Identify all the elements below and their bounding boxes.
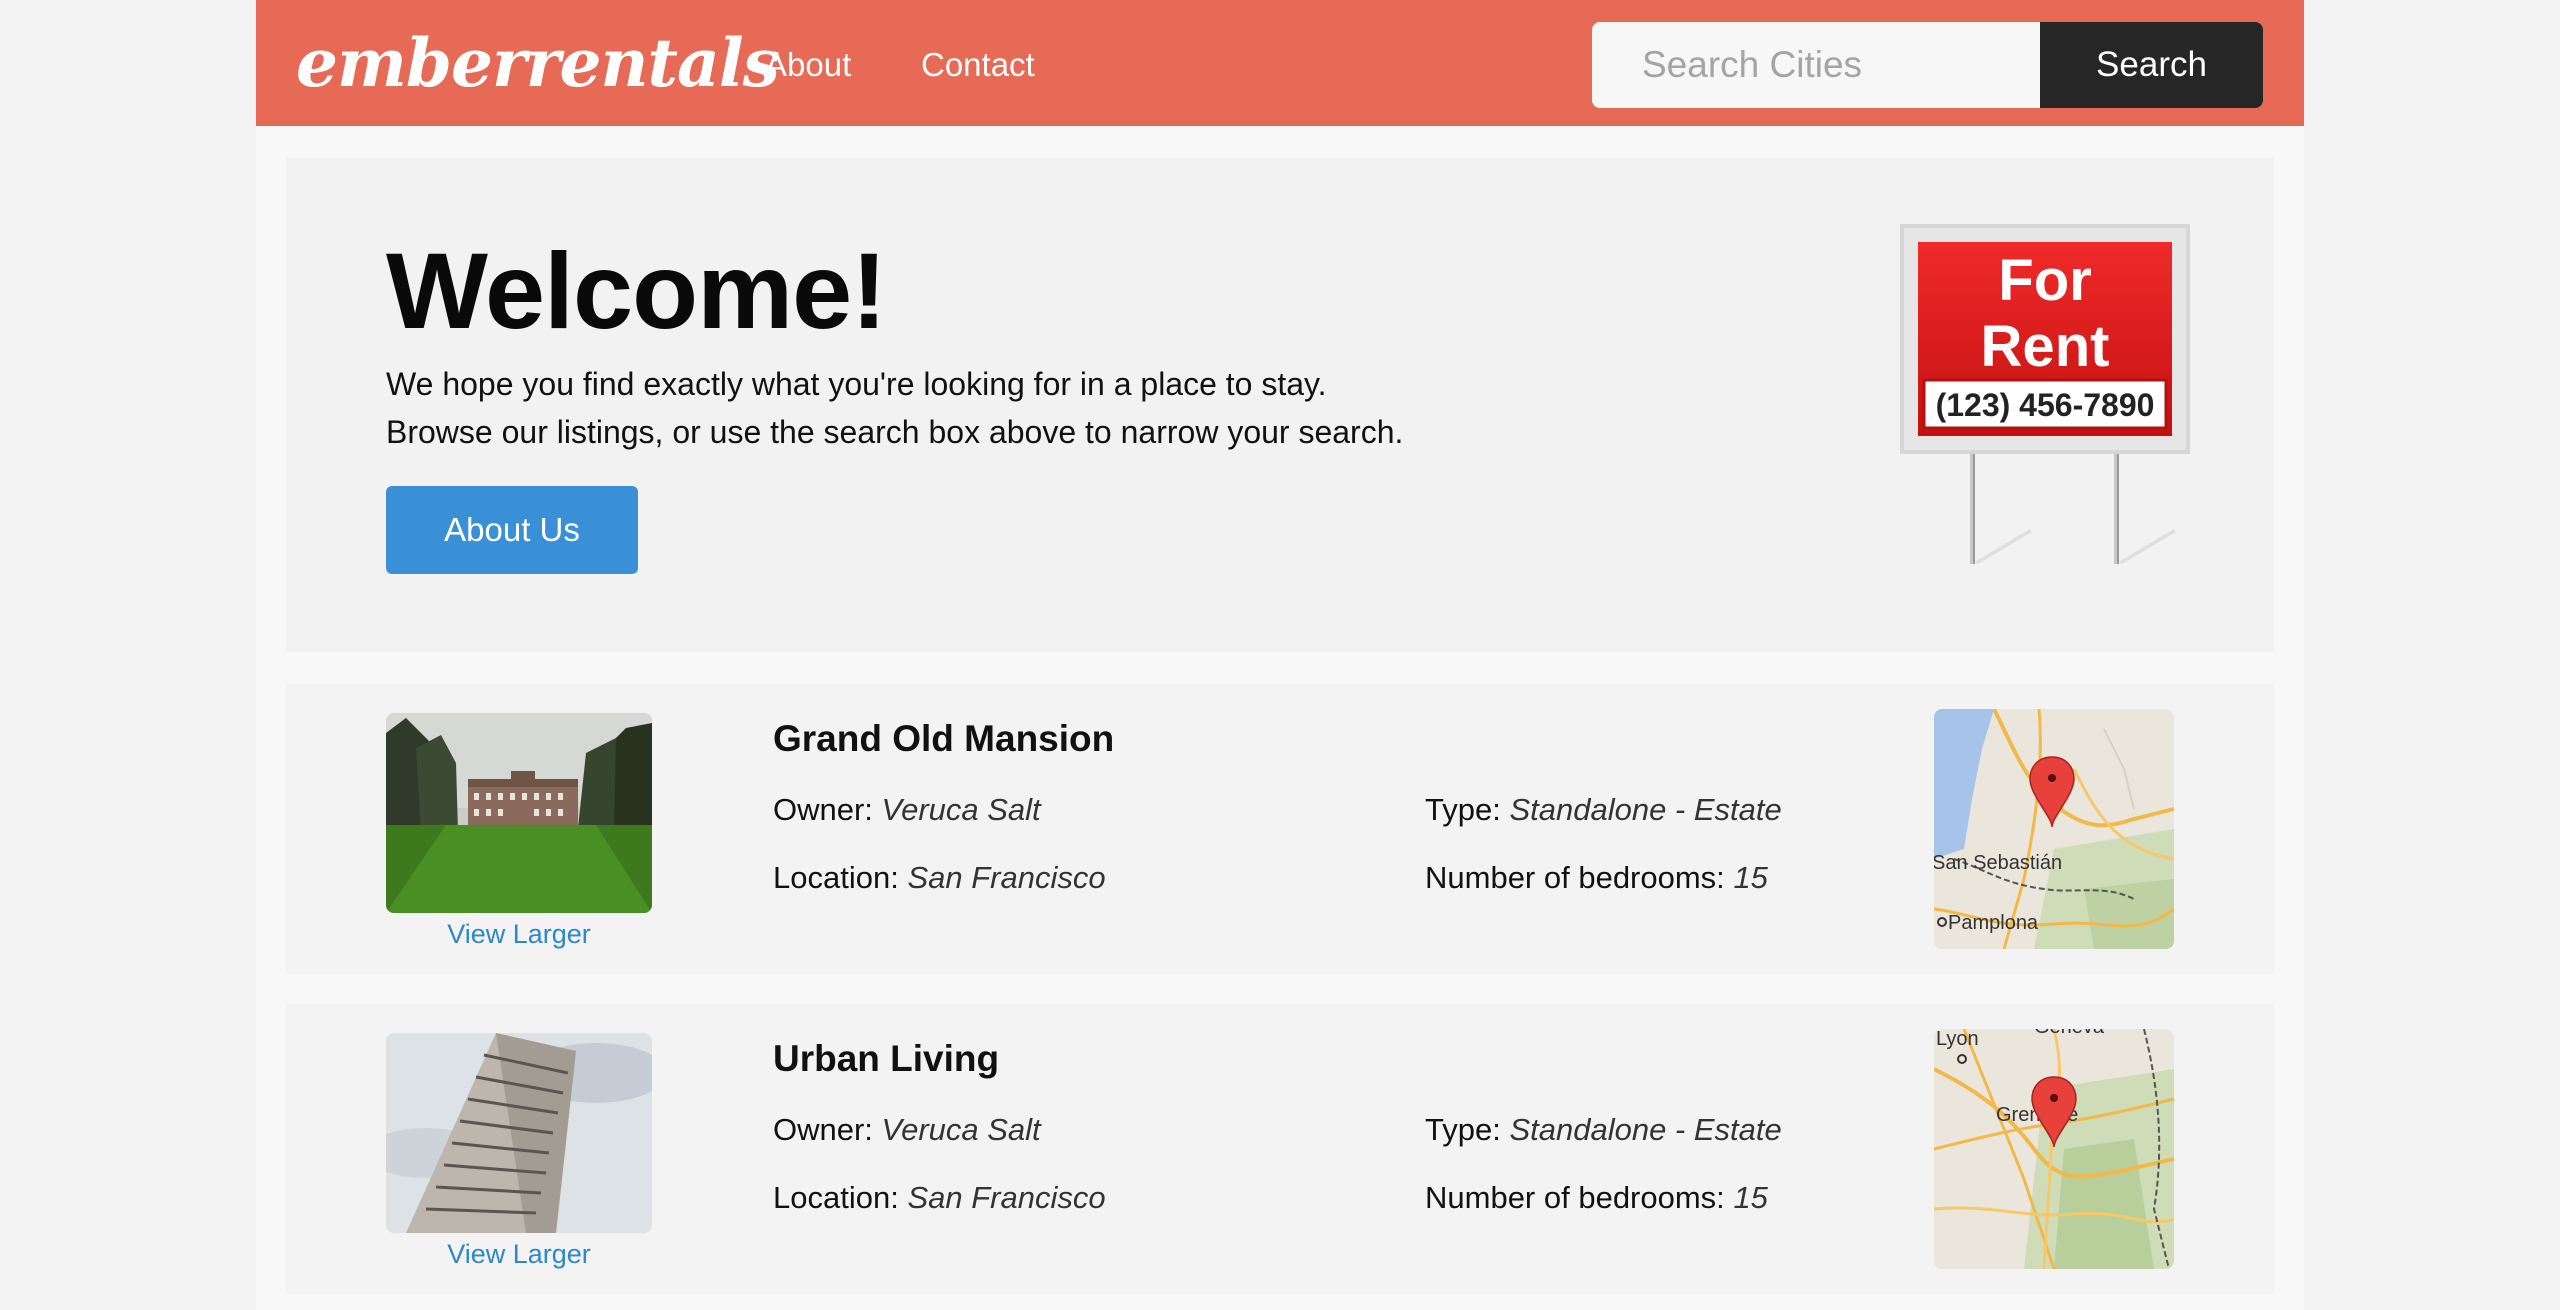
- owner-value: Veruca Salt: [881, 792, 1041, 827]
- navbar: emberrentals About Contact Search: [256, 0, 2304, 126]
- location-label: Location:: [773, 860, 899, 895]
- view-larger-link[interactable]: View Larger: [386, 914, 652, 954]
- location-label: Location:: [773, 1180, 899, 1215]
- search-input[interactable]: [1592, 22, 2042, 108]
- sign-phone: (123) 456-7890: [1936, 387, 2155, 423]
- rental-photo[interactable]: [386, 713, 652, 913]
- type-value: Standalone - Estate: [1509, 792, 1782, 827]
- site-logo[interactable]: emberrentals: [296, 18, 780, 108]
- rental-listing: View Larger Grand Old Mansion Owner: Ver…: [286, 684, 2274, 974]
- page: emberrentals About Contact Search Welcom…: [256, 0, 2304, 1310]
- location-value: San Francisco: [907, 1180, 1106, 1215]
- rental-photo[interactable]: [386, 1033, 652, 1233]
- view-larger-link[interactable]: View Larger: [386, 1234, 652, 1274]
- location-map[interactable]: Lyon Geneva Grenoble: [1934, 1029, 2174, 1269]
- owner-value: Veruca Salt: [881, 1112, 1041, 1147]
- owner-field: Owner: Veruca Salt: [773, 792, 1041, 828]
- map-label-san-sebastian: San Sebastián: [1934, 852, 2062, 874]
- location-value: San Francisco: [907, 860, 1106, 895]
- bedrooms-label: Number of bedrooms:: [1425, 1180, 1725, 1215]
- sign-text-for: For: [1998, 248, 2091, 313]
- welcome-jumbotron: Welcome! We hope you find exactly what y…: [286, 158, 2274, 652]
- listing-title: Urban Living: [773, 1038, 1000, 1079]
- about-us-button[interactable]: About Us: [386, 486, 638, 574]
- owner-label: Owner:: [773, 1112, 873, 1147]
- type-value: Standalone - Estate: [1509, 1112, 1782, 1147]
- location-field: Location: San Francisco: [773, 1180, 1106, 1216]
- intro-text: We hope you find exactly what you're loo…: [386, 360, 1586, 456]
- bedrooms-value: 15: [1733, 1180, 1768, 1215]
- map-label-geneva: Geneva: [2034, 1029, 2105, 1038]
- type-label: Type:: [1425, 792, 1501, 827]
- for-rent-sign-image: For Rent (123) 456-7890: [1900, 224, 2190, 564]
- type-field: Type: Standalone - Estate: [1425, 792, 1782, 828]
- nav-link-contact[interactable]: Contact: [921, 40, 1035, 90]
- location-field: Location: San Francisco: [773, 860, 1106, 896]
- map-label-pamplona: Pamplona: [1948, 912, 2039, 934]
- owner-label: Owner:: [773, 792, 873, 827]
- nav-link-about[interactable]: About: [765, 40, 851, 90]
- page-title: Welcome!: [386, 230, 887, 351]
- location-map[interactable]: San Sebastián Pamplona: [1934, 709, 2174, 949]
- rental-listing: View Larger Urban Living Owner: Veruca S…: [286, 1004, 2274, 1294]
- sign-text-rent: Rent: [1981, 314, 2110, 379]
- intro-line: We hope you find exactly what you're loo…: [386, 366, 1327, 402]
- bedrooms-field: Number of bedrooms: 15: [1425, 860, 1768, 896]
- bedrooms-field: Number of bedrooms: 15: [1425, 1180, 1768, 1216]
- type-field: Type: Standalone - Estate: [1425, 1112, 1782, 1148]
- bedrooms-value: 15: [1733, 860, 1768, 895]
- map-label-lyon: Lyon: [1936, 1029, 1979, 1050]
- bedrooms-label: Number of bedrooms:: [1425, 860, 1725, 895]
- listing-title: Grand Old Mansion: [773, 718, 1115, 759]
- type-label: Type:: [1425, 1112, 1501, 1147]
- intro-line: Browse our listings, or use the search b…: [386, 414, 1404, 450]
- owner-field: Owner: Veruca Salt: [773, 1112, 1041, 1148]
- search-button[interactable]: Search: [2040, 22, 2263, 108]
